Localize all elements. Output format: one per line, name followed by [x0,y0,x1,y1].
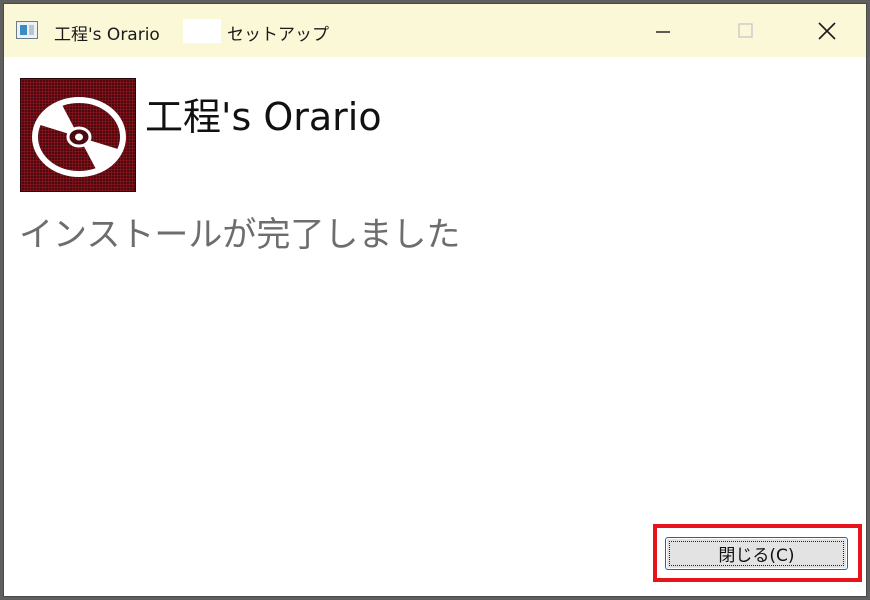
title-redaction [183,19,221,43]
title-bar[interactable]: 工程's Orario セットアップ [4,4,866,57]
maximize-button [709,4,779,57]
minimize-icon [656,31,670,33]
disc-icon [20,78,136,192]
maximize-icon [738,23,753,38]
minimize-button[interactable] [627,4,697,57]
window-title-suffix: セットアップ [227,25,329,45]
app-icon [16,21,38,39]
focus-rect [669,541,844,566]
install-complete-message: インストールが完了しました [19,215,461,255]
close-window-button[interactable] [791,4,861,57]
product-title: 工程's Orario [145,95,382,139]
setup-window: 工程's Orario セットアップ 工程's Orario インストールが完了… [3,3,867,597]
window-title: 工程's Orario [54,25,160,45]
close-icon [818,22,836,40]
close-button[interactable]: 閉じる(C) [665,537,848,570]
